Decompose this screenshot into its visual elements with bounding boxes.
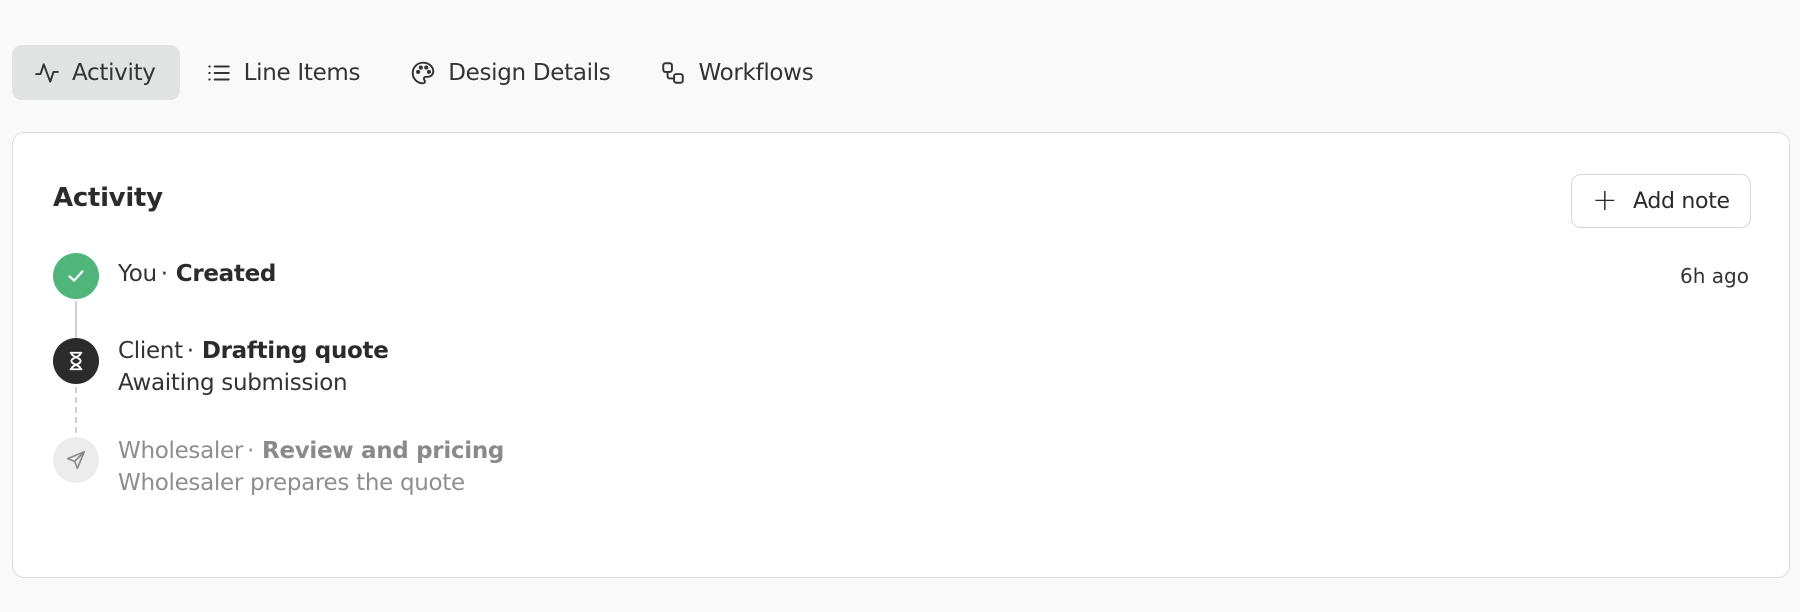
entry-timestamp: 6h ago <box>1680 264 1749 288</box>
activity-icon <box>34 60 60 86</box>
activity-entry: Wholesaler · Review and pricing Wholesaler… <box>118 438 504 496</box>
activity-entry: You · Created <box>118 261 276 287</box>
activity-card: Activity + Add note You · Created 6h ago C… <box>12 132 1790 578</box>
entry-action: Drafting quote <box>201 338 389 364</box>
entry-actor: Wholesaler <box>118 438 244 464</box>
palette-icon <box>410 60 436 86</box>
add-note-label: Add note <box>1633 188 1730 214</box>
activity-entry: Client · Drafting quote Awaiting submissio… <box>118 338 389 396</box>
tab-label: Line Items <box>243 59 361 86</box>
entry-actor: You <box>118 261 157 287</box>
send-icon <box>53 437 99 483</box>
entry-separator: · <box>160 261 168 287</box>
entry-separator: · <box>186 338 194 364</box>
add-note-button[interactable]: + Add note <box>1571 174 1751 228</box>
plus-icon: + <box>1592 183 1618 218</box>
check-icon <box>53 253 99 299</box>
tab-activity[interactable]: Activity <box>12 45 180 100</box>
entry-separator: · <box>247 438 255 464</box>
hourglass-icon <box>53 338 99 384</box>
tab-label: Design Details <box>448 59 611 86</box>
timeline-connector-pending <box>75 387 77 433</box>
entry-action: Review and pricing <box>262 438 505 464</box>
tab-label: Workflows <box>698 59 814 86</box>
entry-subtitle: Awaiting submission <box>118 370 348 396</box>
tab-design-details[interactable]: Design Details <box>388 45 634 100</box>
tab-bar: Activity Line Items Design Details Workf… <box>12 45 841 100</box>
entry-actor: Client <box>118 338 183 364</box>
entry-action: Created <box>175 261 277 287</box>
list-icon <box>206 60 232 86</box>
tab-workflows[interactable]: Workflows <box>638 45 837 100</box>
tab-label: Activity <box>72 59 156 86</box>
tab-line-items[interactable]: Line Items <box>184 45 385 100</box>
workflow-icon <box>660 60 686 86</box>
entry-subtitle: Wholesaler prepares the quote <box>118 470 465 496</box>
timeline-connector <box>75 301 77 339</box>
card-title: Activity <box>53 183 163 213</box>
